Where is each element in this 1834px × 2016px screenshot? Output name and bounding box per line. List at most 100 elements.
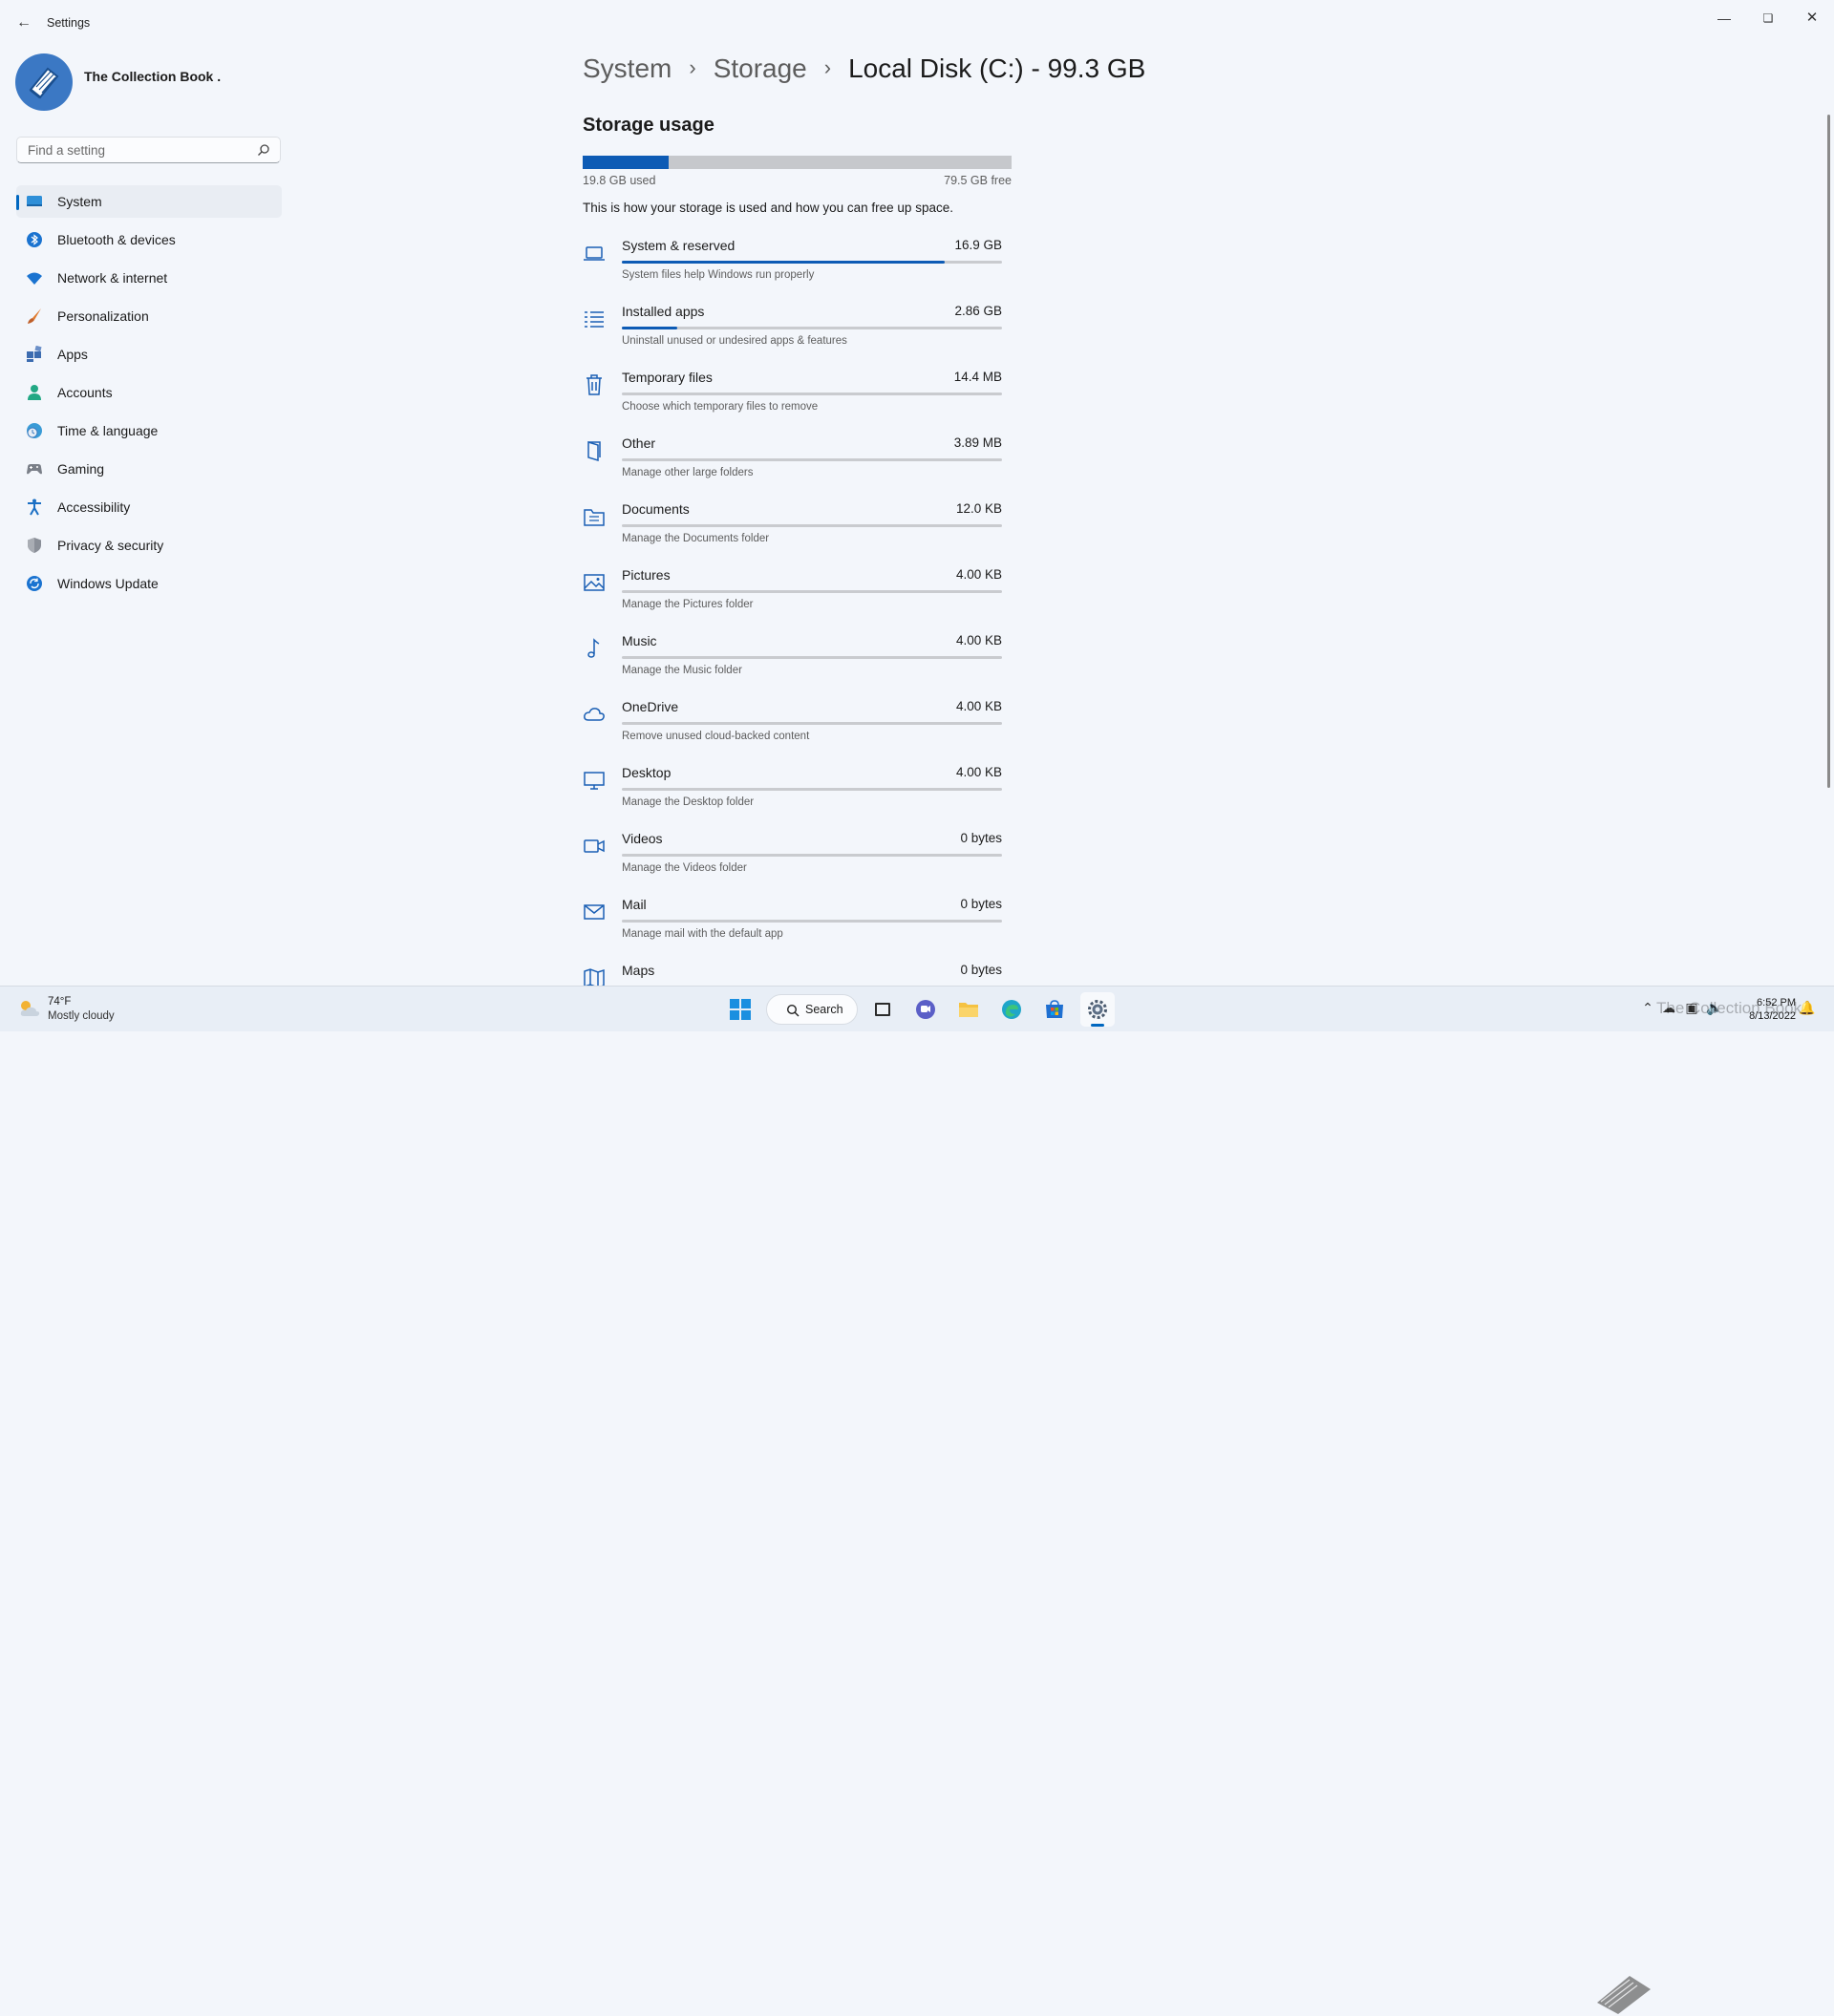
search-icon [786,1004,800,1017]
store-button[interactable] [1037,992,1072,1027]
category-pictures[interactable]: Pictures 4.00 KB Manage the Pictures fol… [577,559,1016,625]
category-description: Manage the Music folder [622,665,742,676]
category-size: 0 bytes [960,897,1002,911]
category-installed-apps[interactable]: Installed apps 2.86 GB Uninstall unused … [577,295,1016,361]
search-icon [258,144,269,156]
category-description: Manage the Documents folder [622,533,770,544]
sidebar-item-bluetooth-devices[interactable]: Bluetooth & devices [16,223,282,256]
apps-icon [27,346,42,362]
breadcrumb-storage[interactable]: Storage [714,53,807,83]
settings-search-box[interactable] [16,137,281,163]
category-system-reserved[interactable]: System & reserved 16.9 GB System files h… [577,229,1016,295]
category-desktop[interactable]: Desktop 4.00 KB Manage the Desktop folde… [577,756,1016,822]
update-icon [27,576,42,591]
category-size: 0 bytes [960,831,1002,845]
taskbar-search-button[interactable]: Search [766,994,858,1025]
sidebar-item-personalization[interactable]: Personalization [16,300,282,332]
store-icon [1046,1000,1063,1018]
monitor-icon [584,772,605,790]
folder-document-icon [584,509,605,526]
globe-clock-icon [27,423,42,438]
sidebar-item-accounts[interactable]: Accounts [16,376,282,409]
edge-browser-button[interactable] [994,992,1029,1027]
breadcrumb: System › Storage › Local Disk (C:) - 99.3 GB [583,53,1145,84]
breadcrumb-system[interactable]: System [583,53,672,83]
category-music[interactable]: Music 4.00 KB Manage the Music folder [577,625,1016,690]
category-bar-fill [622,261,946,264]
minimize-button[interactable]: — [1702,4,1746,32]
category-description: Manage the Pictures folder [622,599,754,610]
sidebar-item-windows-update[interactable]: Windows Update [16,567,282,600]
close-button[interactable]: ✕ [1790,4,1834,32]
system-icon [27,196,42,206]
category-temporary-files[interactable]: Temporary files 14.4 MB Choose which tem… [577,361,1016,427]
trash-icon [586,374,602,395]
weather-temperature: 74°F [48,996,72,1008]
category-maps[interactable]: Maps 0 bytes [577,954,1016,986]
task-view-button[interactable] [865,992,900,1027]
category-size: 14.4 MB [953,370,1002,384]
content-scrollbar[interactable] [1827,115,1830,788]
accessibility-icon [28,499,41,516]
teams-chat-button[interactable] [908,992,943,1027]
sidebar-item-label: Time & language [57,423,159,438]
windows-logo-icon [730,999,751,1020]
sidebar-nav: System Bluetooth & devices Network & int… [16,185,282,605]
file-explorer-button[interactable] [951,992,986,1027]
chevron-up-icon[interactable]: ⌃ [1639,1000,1656,1017]
sidebar-item-apps[interactable]: Apps [16,338,282,371]
search-input[interactable] [26,142,249,159]
laptop-icon [584,246,605,261]
weather-condition: Mostly cloudy [48,1010,115,1022]
category-bar-fill [622,327,677,329]
chevron-right-icon: › [689,55,696,79]
settings-taskbar-button[interactable] [1080,992,1115,1027]
chat-icon [916,1000,935,1019]
avatar[interactable] [15,53,73,111]
start-button[interactable] [723,992,757,1027]
gear-icon [1088,1000,1107,1019]
category-videos[interactable]: Videos 0 bytes Manage the Videos folder [577,822,1016,888]
task-view-icon [875,1003,890,1016]
category-description: System files help Windows run properly [622,269,815,281]
category-bar [622,327,1002,329]
category-description: Manage mail with the default app [622,928,783,940]
taskbar: 74°F Mostly cloudy Search ⌃ ☁ ▣ 🔈 6:52 P… [0,986,1834,2014]
category-mail[interactable]: Mail 0 bytes Manage mail with the defaul… [577,888,1016,954]
edge-icon [1002,1000,1021,1019]
map-icon [584,968,605,986]
sidebar-item-label: Bluetooth & devices [57,232,176,247]
category-size: 12.0 KB [955,501,1002,516]
storage-description: This is how your storage is used and how… [583,201,953,215]
storage-usage-heading: Storage usage [583,115,714,136]
bluetooth-icon [27,232,42,247]
sidebar-item-time-language[interactable]: Time & language [16,414,282,447]
category-size: 4.00 KB [955,765,1002,779]
category-other[interactable]: Other 3.89 MB Manage other large folders [577,427,1016,493]
shield-icon [28,538,41,553]
sidebar-item-gaming[interactable]: Gaming [16,453,282,485]
category-documents[interactable]: Documents 12.0 KB Manage the Documents f… [577,493,1016,559]
partly-cloudy-icon [20,1001,40,1016]
category-size: 0 bytes [960,963,1002,977]
back-arrow-icon[interactable]: ← [13,12,34,33]
category-bar [622,788,1002,791]
sidebar-item-system[interactable]: System [16,185,282,218]
category-description: Manage the Videos folder [622,862,747,874]
sidebar-item-label: Apps [57,347,88,362]
gamepad-icon [27,464,42,475]
sidebar-item-label: Privacy & security [57,538,164,553]
restore-button[interactable]: ❏ [1746,4,1790,32]
sidebar-item-label: Accessibility [57,499,131,515]
sidebar-item-label: System [57,194,102,209]
taskbar-search-label: Search [805,1003,843,1016]
image-icon [584,574,605,591]
category-description: Choose which temporary files to remove [622,401,819,413]
sidebar-item-privacy-security[interactable]: Privacy & security [16,529,282,562]
sidebar-item-network-internet[interactable]: Network & internet [16,262,282,294]
person-icon [28,385,41,400]
category-onedrive[interactable]: OneDrive 4.00 KB Remove unused cloud-bac… [577,690,1016,756]
sidebar-item-accessibility[interactable]: Accessibility [16,491,282,523]
book-watermark-icon [1597,1976,1651,2014]
storage-usage-bar [583,156,1012,169]
